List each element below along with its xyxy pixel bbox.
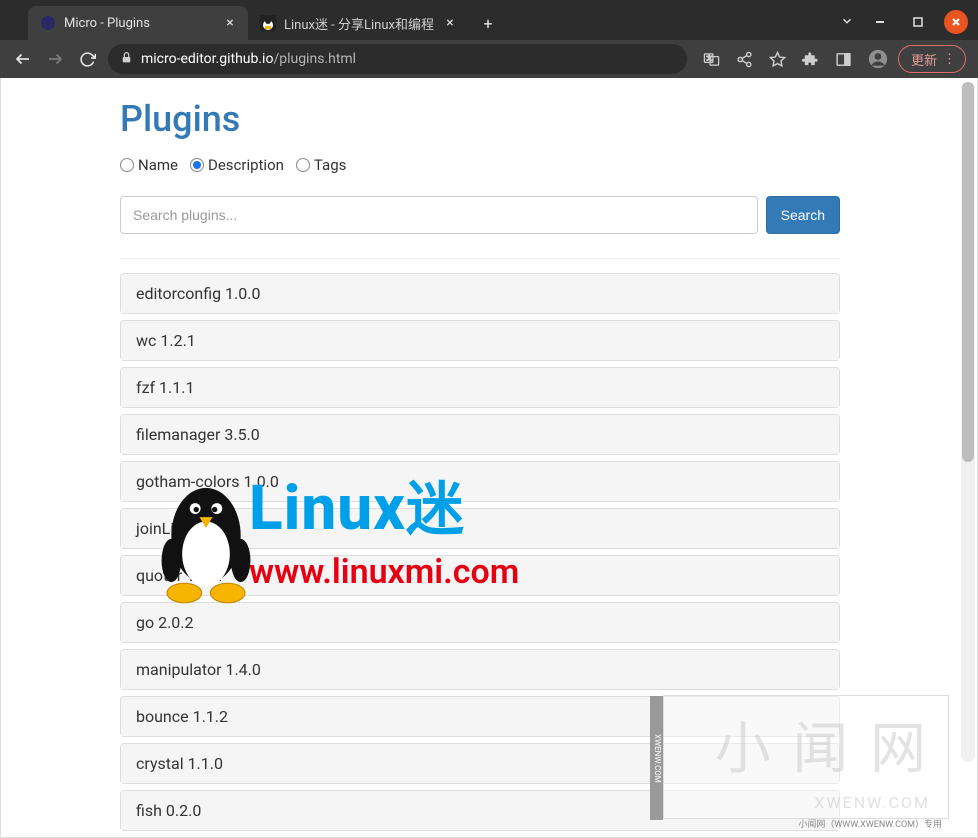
plugin-heading: joinLines 1.0.0 [121, 509, 839, 548]
reload-button[interactable] [76, 51, 98, 68]
update-button[interactable]: 更新 ⋮ [898, 45, 966, 73]
plugin-panel[interactable]: fzf 1.1.1 [120, 367, 840, 408]
lock-icon [120, 51, 133, 68]
plugin-heading: wc 1.2.1 [121, 321, 839, 360]
extensions-icon[interactable] [802, 51, 819, 68]
window-titlebar: Micro - Plugins × Linux迷 - 分享Linux和编程 × … [0, 0, 978, 40]
plugin-panel[interactable]: manipulator 1.4.0 [120, 649, 840, 690]
scrollbar-track[interactable] [961, 82, 975, 762]
chevron-down-icon[interactable] [840, 13, 854, 32]
window-minimize-button[interactable] [868, 10, 892, 34]
scrollbar-thumb[interactable] [962, 82, 974, 462]
url-text: micro-editor.github.io/plugins.html [141, 51, 356, 67]
plugin-heading: fzf 1.1.1 [121, 368, 839, 407]
tab-title: Micro - Plugins [64, 16, 214, 31]
page-title: Plugins [120, 98, 840, 140]
filter-radios: Name Description Tags [120, 156, 840, 174]
favicon-micro [40, 15, 56, 31]
plugin-panel[interactable]: filemanager 3.5.0 [120, 414, 840, 455]
plugin-panel[interactable]: joinLines 1.0.0 [120, 508, 840, 549]
plugin-panel[interactable]: editorconfig 1.0.0 [120, 273, 840, 314]
favicon-linuxmi [260, 15, 276, 31]
plugin-heading: crystal 1.1.0 [121, 744, 839, 783]
browser-tab-active[interactable]: Micro - Plugins × [28, 6, 248, 40]
filter-tags[interactable]: Tags [296, 156, 346, 174]
svg-text:文: 文 [707, 54, 713, 62]
plugin-panel[interactable]: bounce 1.1.2 [120, 696, 840, 737]
search-input[interactable] [120, 196, 758, 234]
share-icon[interactable] [736, 51, 753, 68]
plugin-panel[interactable]: fish 0.2.0 [120, 790, 840, 831]
translate-icon[interactable]: 文 [703, 51, 720, 68]
back-button[interactable] [12, 50, 34, 68]
tab-title: Linux迷 - 分享Linux和编程 [284, 14, 434, 33]
titlebar-right [840, 10, 978, 40]
divider [120, 258, 840, 259]
new-tab-button[interactable]: + [474, 9, 502, 37]
kebab-icon: ⋮ [943, 52, 955, 67]
filter-description[interactable]: Description [190, 156, 284, 174]
window-close-button[interactable] [944, 10, 968, 34]
plugin-list: editorconfig 1.0.0 wc 1.2.1 fzf 1.1.1 filem… [120, 273, 840, 831]
plugin-heading: quoter 1.0.2 [121, 556, 839, 595]
plugin-heading: editorconfig 1.0.0 [121, 274, 839, 313]
browser-toolbar: micro-editor.github.io/plugins.html 文 更新… [0, 40, 978, 78]
plugin-panel[interactable]: quoter 1.0.2 [120, 555, 840, 596]
browser-tab-inactive[interactable]: Linux迷 - 分享Linux和编程 × [248, 6, 468, 40]
plugin-panel[interactable]: gotham-colors 1.0.0 [120, 461, 840, 502]
profile-icon[interactable] [868, 49, 888, 69]
star-icon[interactable] [769, 51, 786, 68]
address-bar[interactable]: micro-editor.github.io/plugins.html [108, 44, 687, 74]
radio-icon [120, 158, 134, 172]
close-icon[interactable]: × [222, 15, 238, 31]
filter-name[interactable]: Name [120, 156, 178, 174]
plugin-heading: fish 0.2.0 [121, 791, 839, 830]
radio-icon [190, 158, 204, 172]
plugin-heading: go 2.0.2 [121, 603, 839, 642]
page-viewport: Plugins Name Description Tags Search [0, 78, 978, 838]
radio-icon [296, 158, 310, 172]
window-maximize-button[interactable] [906, 10, 930, 34]
plugin-panel[interactable]: go 2.0.2 [120, 602, 840, 643]
plugin-heading: gotham-colors 1.0.0 [121, 462, 839, 501]
search-button[interactable]: Search [766, 196, 840, 234]
forward-button[interactable] [44, 50, 66, 68]
plugin-panel[interactable]: crystal 1.1.0 [120, 743, 840, 784]
plugin-panel[interactable]: wc 1.2.1 [120, 320, 840, 361]
plugin-heading: filemanager 3.5.0 [121, 415, 839, 454]
plugin-heading: manipulator 1.4.0 [121, 650, 839, 689]
close-icon[interactable]: × [442, 15, 458, 31]
plugin-heading: bounce 1.1.2 [121, 697, 839, 736]
page-content: Plugins Name Description Tags Search [1, 78, 959, 837]
side-panel-icon[interactable] [835, 51, 852, 68]
